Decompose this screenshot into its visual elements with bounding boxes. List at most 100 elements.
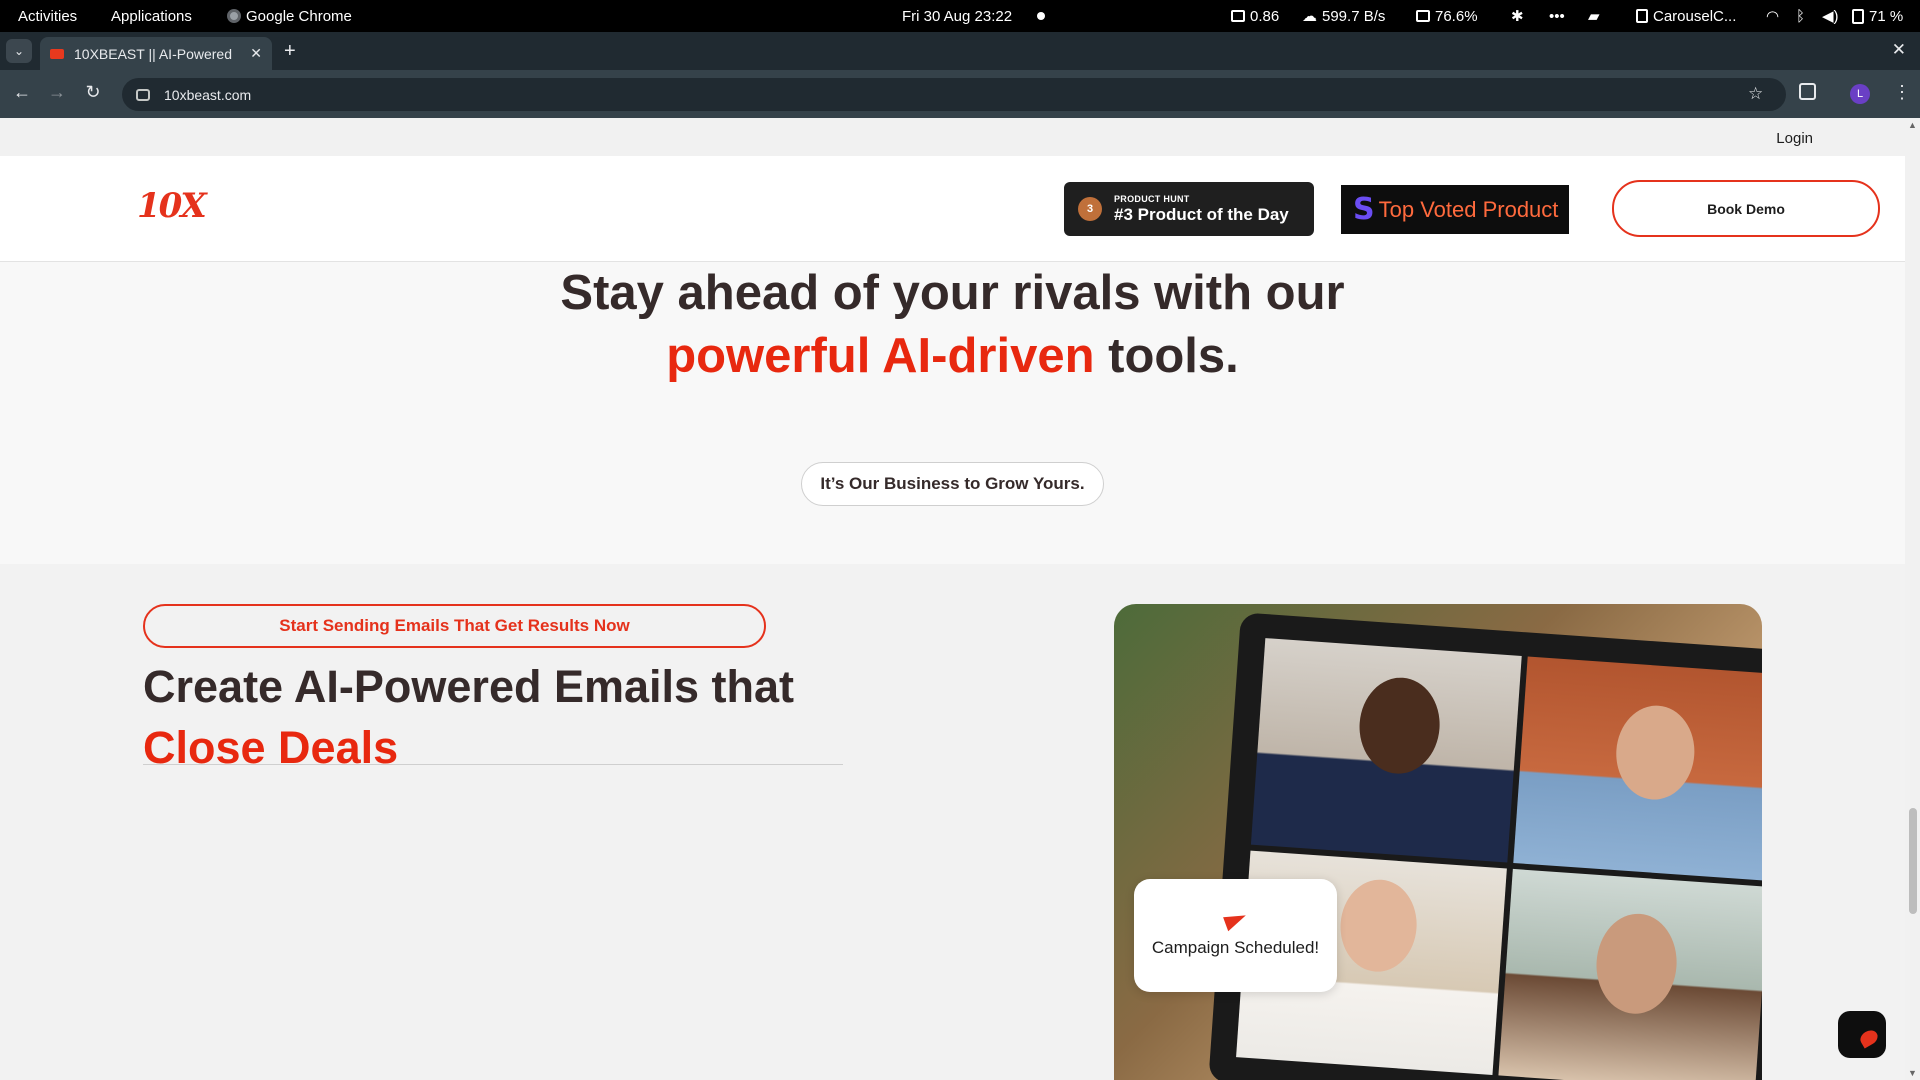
start-sending-button[interactable]: Start Sending Emails That Get Results No… <box>143 604 766 648</box>
site-navbar: 10X 3 PRODUCT HUNT #3 Product of the Day… <box>0 156 1905 262</box>
favicon-icon <box>50 48 64 59</box>
close-icon: ✕ <box>1891 40 1906 59</box>
video-tile <box>1513 656 1762 881</box>
video-tile <box>1250 638 1522 863</box>
page-scrollbar[interactable]: ▲ ▼ <box>1905 118 1920 1080</box>
plus-icon: + <box>284 40 296 62</box>
chrome-icon <box>227 9 241 23</box>
wifi-icon: ◠ <box>1766 8 1780 25</box>
kebab-menu-icon: ⋮ <box>1893 82 1911 102</box>
hero-highlight: powerful AI-driven <box>666 329 1095 383</box>
video-tile <box>1498 868 1762 1080</box>
product-hunt-title: #3 Product of the Day <box>1114 204 1289 224</box>
applications-label: Applications <box>111 7 192 25</box>
docker-tray-icon[interactable]: ▰ <box>1588 0 1600 32</box>
datetime: Fri 30 Aug 23:22 <box>902 7 1013 25</box>
memory-value: 76.6% <box>1435 7 1478 25</box>
reload-icon: ↻ <box>85 82 101 102</box>
more-tray-button[interactable]: ••• <box>1549 0 1565 32</box>
tab-strip: ⌄ 10XBEAST || AI-Powered ✕ + ✕ <box>0 32 1920 70</box>
memory-icon <box>1416 10 1430 22</box>
clipboard-icon <box>1636 9 1648 23</box>
tray-app-icon[interactable]: ✱ <box>1511 0 1524 32</box>
feature-heading: Create AI-Powered Emails that Close Deal… <box>143 656 863 778</box>
monitor-icon <box>1231 10 1245 22</box>
video-grid <box>1236 638 1762 1080</box>
extensions-button[interactable] <box>1799 83 1816 100</box>
app-menu[interactable]: Google Chrome <box>227 0 352 32</box>
hero-line-2-tail: tools. <box>1094 329 1239 383</box>
cpu-indicator[interactable]: 0.86 <box>1231 0 1279 32</box>
top-voted-badge[interactable]: S Top Voted Product <box>1341 185 1569 234</box>
web-page: Login 10X 3 PRODUCT HUNT #3 Product of t… <box>0 118 1905 1080</box>
product-hunt-text: PRODUCT HUNT #3 Product of the Day <box>1114 194 1289 225</box>
cloud-upload-icon: ☁ <box>1302 8 1317 25</box>
chat-widget-button[interactable] <box>1838 1011 1886 1058</box>
activities-label: Activities <box>18 7 78 25</box>
site-info-icon[interactable] <box>136 88 150 101</box>
book-demo-button[interactable]: Book Demo <box>1612 180 1880 237</box>
toast-text: Campaign Scheduled! <box>1151 938 1320 957</box>
ellipsis-icon: ••• <box>1549 7 1565 25</box>
person-icon <box>1593 911 1680 1017</box>
cpu-load: 0.86 <box>1250 7 1280 25</box>
top-voted-text: Top Voted Product <box>1378 196 1559 222</box>
notification-dot <box>1037 0 1045 32</box>
window-indicator-label: CarouselC... <box>1653 7 1737 25</box>
paper-plane-icon <box>1222 909 1249 932</box>
tagline-pill: It’s Our Business to Grow Yours. <box>801 462 1104 506</box>
feature-heading-highlight: Close Deals <box>143 722 399 773</box>
login-link[interactable]: Login <box>1776 130 1813 147</box>
reload-button[interactable]: ↻ <box>81 82 105 103</box>
brand-logo[interactable]: 10X <box>137 186 207 226</box>
medal-icon: 3 <box>1078 197 1102 221</box>
battery-value: 71 % <box>1869 7 1904 25</box>
system-top-bar: Activities Applications Google Chrome Fr… <box>0 0 1920 32</box>
video-call-photo: Campaign Scheduled! <box>1114 604 1762 1080</box>
chrome-menu-button[interactable]: ⋮ <box>1893 82 1911 103</box>
applications-menu[interactable]: Applications <box>111 0 192 32</box>
network-indicator[interactable]: ☁ 599.7 B/s <box>1302 0 1385 32</box>
memory-indicator[interactable]: 76.6% <box>1416 0 1478 32</box>
scroll-thumb[interactable] <box>1909 808 1917 914</box>
tab-title: 10XBEAST || AI-Powered <box>74 45 232 62</box>
bookmark-button[interactable]: ☆ <box>1748 84 1763 104</box>
star-icon: ☆ <box>1748 84 1764 103</box>
wifi-indicator[interactable]: ◠ <box>1766 0 1779 32</box>
product-hunt-badge[interactable]: 3 PRODUCT HUNT #3 Product of the Day <box>1064 182 1314 236</box>
new-tab-button[interactable]: + <box>284 40 296 63</box>
activities-button[interactable]: Activities <box>18 0 77 32</box>
battery-icon <box>1852 8 1864 24</box>
speaker-icon: ◀) <box>1822 8 1839 25</box>
bluetooth-indicator[interactable]: ᛒ <box>1796 0 1805 32</box>
clock[interactable]: Fri 30 Aug 23:22 <box>902 0 1012 32</box>
arrow-right-icon: → <box>48 82 66 102</box>
hero-section: Stay ahead of your rivals with our power… <box>0 262 1905 564</box>
browser-toolbar: ← → ↻ 10xbeast.com ☆ L ⋮ <box>0 70 1920 118</box>
slack-icon: ✱ <box>1511 8 1524 25</box>
chevron-down-icon: ⌄ <box>13 44 25 58</box>
utility-bar: Login <box>0 118 1905 156</box>
volume-indicator[interactable]: ◀) <box>1822 0 1839 32</box>
profile-avatar[interactable]: L <box>1850 84 1870 104</box>
forward-button[interactable]: → <box>45 82 69 103</box>
scroll-up-icon[interactable]: ▲ <box>1908 120 1917 130</box>
email-feature-section: Start Sending Emails That Get Results No… <box>0 564 1905 1080</box>
whale-icon: ▰ <box>1588 8 1600 25</box>
tab-search-button[interactable]: ⌄ <box>6 39 32 63</box>
scroll-down-icon[interactable]: ▼ <box>1908 1068 1917 1078</box>
s-logo-icon: S <box>1353 191 1375 227</box>
back-button[interactable]: ← <box>10 82 34 103</box>
campaign-toast: Campaign Scheduled! <box>1134 879 1337 992</box>
battery-indicator[interactable]: 71 % <box>1852 0 1903 32</box>
close-tab-icon[interactable]: ✕ <box>250 45 262 62</box>
window-indicator[interactable]: CarouselC... <box>1636 0 1736 32</box>
bluetooth-icon: ᛒ <box>1796 7 1806 25</box>
url-text: 10xbeast.com <box>164 86 252 103</box>
active-tab[interactable]: 10XBEAST || AI-Powered ✕ <box>40 37 272 70</box>
product-hunt-label: PRODUCT HUNT <box>1114 193 1190 204</box>
window-close-button[interactable]: ✕ <box>1892 40 1906 60</box>
person-icon <box>1356 675 1443 777</box>
feature-heading-line-1: Create AI-Powered Emails that <box>143 661 795 712</box>
address-bar[interactable]: 10xbeast.com <box>122 78 1786 111</box>
